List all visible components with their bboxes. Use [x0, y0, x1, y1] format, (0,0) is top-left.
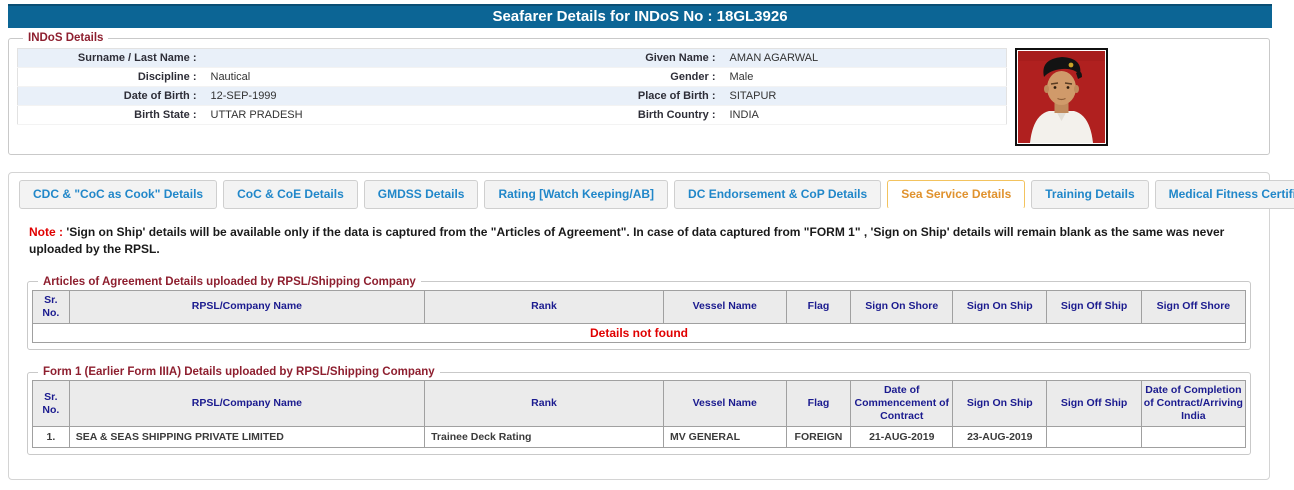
table-cell: MV GENERAL — [662, 426, 787, 449]
form1-section: Form 1 (Earlier Form IIIA) Details uploa… — [27, 366, 1251, 456]
column-header: Sign On Ship — [952, 289, 1048, 325]
table-row: Details not found — [32, 323, 1246, 344]
form1-table: Sr. No. RPSL/Company Name Rank Vessel Name F… — [32, 380, 1247, 449]
column-header: Vessel Name — [662, 380, 787, 428]
column-header: Sign Off Shore — [1140, 289, 1247, 325]
field-label: Place of Birth : — [637, 90, 716, 102]
table-cell: SEA & SEAS SHIPPING PRIVATE LIMITED — [68, 426, 426, 449]
table-cell: 23-AUG-2019 — [952, 426, 1048, 449]
field-value — [204, 49, 596, 68]
seafarer-photo — [1015, 48, 1108, 146]
tab-sea-service-details[interactable]: Sea Service Details — [887, 180, 1026, 209]
note-text: Note : 'Sign on Ship' details will be av… — [29, 224, 1235, 259]
column-header: Sign Off Ship — [1046, 380, 1142, 428]
column-header: Rank — [424, 380, 664, 428]
tab-bar: CDC & "CoC as Cook" Details CoC & CoE Det… — [19, 180, 1294, 209]
seafarer-photo-image — [1018, 51, 1105, 143]
indos-detail-row: Surname / Last Name : Given Name : AMAN AG… — [17, 48, 1007, 68]
table-cell: Trainee Deck Rating — [424, 426, 664, 449]
column-header: Date of Completion of Contract/Arriving … — [1140, 380, 1247, 428]
tab-training-details[interactable]: Training Details — [1031, 180, 1149, 209]
indos-details-section: INDoS Details Surname / Last Name : Given… — [8, 32, 1270, 155]
field-label: Birth Country : — [637, 109, 716, 121]
tab-gmdss-details[interactable]: GMDSS Details — [363, 180, 479, 209]
field-label: Surname / Last Name : — [77, 52, 197, 64]
indos-details-legend: INDoS Details — [28, 32, 104, 44]
articles-of-agreement-legend: Articles of Agreement Details uploaded b… — [43, 275, 416, 288]
column-header: Sr. No. — [32, 380, 70, 428]
column-header: Date of Commencement of Contract — [850, 380, 954, 428]
table-cell: 1. — [32, 426, 70, 449]
tab-content-sea-service: Note : 'Sign on Ship' details will be av… — [9, 224, 1269, 456]
empty-message: Details not found — [32, 323, 1246, 344]
field-label: Discipline : — [137, 71, 197, 83]
column-header: Sr. No. — [32, 289, 70, 325]
table-cell: 21-AUG-2019 — [850, 426, 954, 449]
indos-details-table: Surname / Last Name : Given Name : AMAN AG… — [17, 48, 1007, 125]
tab-cdc-coc-as-cook-details[interactable]: CDC & "CoC as Cook" Details — [19, 180, 218, 209]
tab-medical-fitness-certificate[interactable]: Medical Fitness Certificate — [1154, 180, 1294, 209]
table-header-row: Sr. No. RPSL/Company Name Rank Vessel Name F… — [32, 380, 1247, 428]
field-value: Male — [729, 71, 754, 83]
table-cell: FOREIGN — [785, 426, 852, 449]
articles-of-agreement-section: Articles of Agreement Details uploaded b… — [27, 275, 1251, 351]
column-header: Flag — [785, 380, 852, 428]
column-header: Sign On Shore — [850, 289, 954, 325]
field-value: UTTAR PRADESH — [210, 109, 303, 121]
field-value: AMAN AGARWAL — [729, 52, 819, 64]
page-title: Seafarer Details for INDoS No : 18GL3926 — [8, 4, 1272, 28]
indos-detail-row: Discipline : Nautical Gender : Male — [17, 68, 1007, 87]
field-value: Nautical — [210, 71, 251, 83]
note-body: 'Sign on Ship' details will be available… — [29, 225, 1225, 257]
column-header: Sign On Ship — [952, 380, 1048, 428]
page: Seafarer Details for INDoS No : 18GL3926… — [0, 4, 1294, 480]
field-value: 12-SEP-1999 — [210, 90, 277, 102]
column-header: Vessel Name — [662, 289, 787, 325]
table-cell — [1140, 426, 1247, 449]
tab-coc-coe-details[interactable]: CoC & CoE Details — [223, 180, 358, 209]
note-prefix: Note : — [29, 225, 63, 239]
field-value: SITAPUR — [729, 90, 777, 102]
column-header: RPSL/Company Name — [68, 289, 426, 325]
field-label: Given Name : — [645, 52, 716, 64]
field-label: Date of Birth : — [123, 90, 197, 102]
indos-detail-row: Birth State : UTTAR PRADESH Birth Country … — [17, 106, 1007, 125]
field-label: Birth State : — [134, 109, 197, 121]
tab-panel: CDC & "CoC as Cook" Details CoC & CoE Det… — [8, 172, 1294, 480]
indos-detail-row: Date of Birth : 12-SEP-1999 Place of Birth… — [17, 86, 1007, 106]
column-header: Flag — [785, 289, 852, 325]
field-value: INDIA — [729, 109, 759, 121]
indos-details-body: Surname / Last Name : Given Name : AMAN AG… — [17, 46, 1261, 146]
column-header: RPSL/Company Name — [68, 380, 426, 428]
form1-legend: Form 1 (Earlier Form IIIA) Details uploa… — [43, 366, 435, 379]
tab-dc-endorsement-cop-details[interactable]: DC Endorsement & CoP Details — [674, 180, 882, 209]
column-header: Rank — [424, 289, 664, 325]
tab-rating-watch-keeping-ab[interactable]: Rating [Watch Keeping/AB] — [484, 180, 669, 209]
table-header-row: Sr. No. RPSL/Company Name Rank Vessel Name F… — [32, 289, 1247, 325]
table-cell — [1046, 426, 1142, 449]
field-label: Gender : — [670, 71, 716, 83]
articles-of-agreement-table: Sr. No. RPSL/Company Name Rank Vessel Name F… — [32, 289, 1247, 344]
column-header: Sign Off Ship — [1046, 289, 1142, 325]
table-row: 1. SEA & SEAS SHIPPING PRIVATE LIMITED Tra… — [32, 426, 1247, 449]
